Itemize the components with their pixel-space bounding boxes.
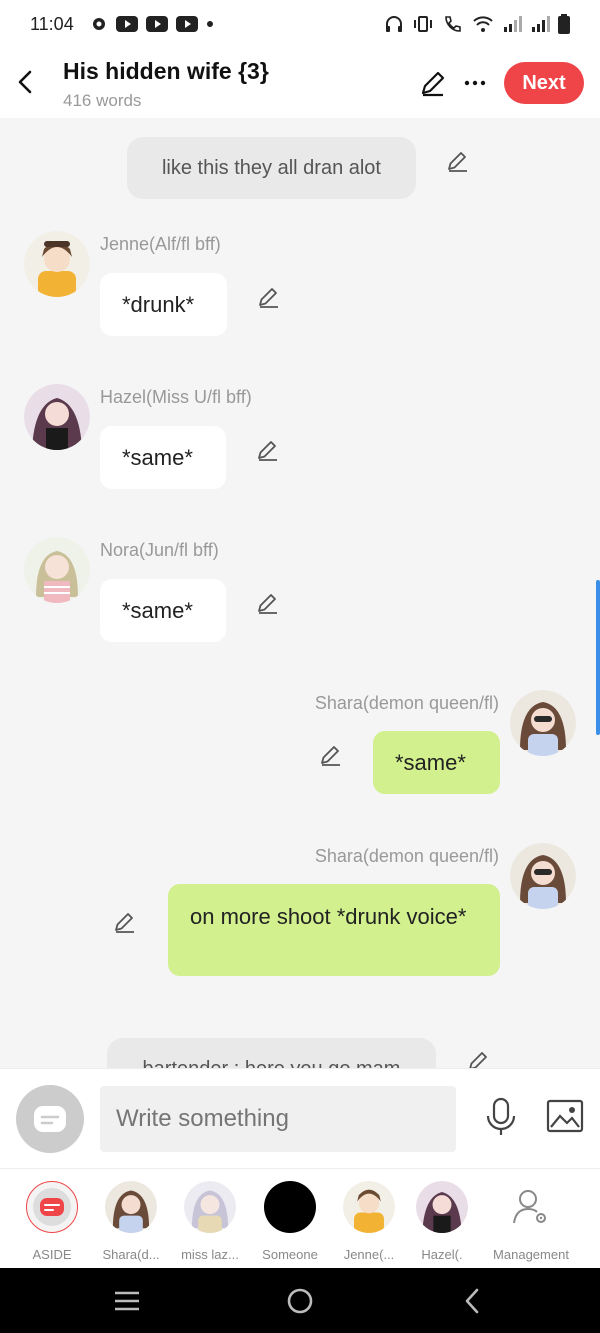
- input-bar: [0, 1068, 600, 1168]
- character-label: Jenne(...: [343, 1247, 395, 1262]
- chevron-left-icon: [18, 70, 32, 94]
- edit-message-icon[interactable]: [255, 437, 281, 463]
- message-text: *same*: [395, 749, 466, 775]
- call-icon: [445, 16, 461, 32]
- character-name: Nora(Jun/fl bff): [100, 540, 219, 560]
- avatar-shara[interactable]: [510, 843, 576, 909]
- more-options-button[interactable]: [462, 68, 488, 98]
- aside-text: bartender : here you go mam: [143, 1058, 401, 1069]
- word-count: 416 words: [63, 91, 142, 110]
- character-bar: ASIDE Shara(d... miss laz... Someone Jen…: [0, 1168, 600, 1268]
- signal-icon: [532, 16, 550, 32]
- avatar-hazel[interactable]: [24, 384, 90, 450]
- message-bubble[interactable]: *same*: [100, 426, 226, 489]
- pencil-icon: [421, 71, 445, 97]
- message-text: *drunk*: [122, 291, 195, 317]
- message-text: *same*: [122, 444, 193, 470]
- anime-avatar-icon: [510, 843, 576, 909]
- more-dots-icon: [464, 80, 486, 86]
- edit-message-icon[interactable]: [112, 909, 138, 935]
- character-label: Shara(d...: [102, 1247, 160, 1262]
- next-button[interactable]: Next: [504, 62, 584, 104]
- character-someone[interactable]: Someone: [245, 1181, 335, 1262]
- image-icon[interactable]: [546, 1099, 584, 1133]
- message-bubble[interactable]: on more shoot *drunk voice*: [168, 884, 500, 976]
- back-button[interactable]: [10, 62, 40, 102]
- character-name: Shara(demon queen/fl): [314, 693, 499, 713]
- gear-icon: [92, 18, 105, 30]
- message-input[interactable]: [100, 1086, 456, 1152]
- anime-avatar-icon: [416, 1181, 468, 1233]
- character-label: Management: [493, 1247, 569, 1262]
- message-bubble[interactable]: *drunk*: [100, 273, 227, 336]
- user-settings-icon: [513, 1190, 546, 1224]
- microphone-icon[interactable]: [484, 1097, 518, 1137]
- edit-message-icon[interactable]: [445, 148, 471, 174]
- edit-message-icon[interactable]: [318, 742, 344, 768]
- vibrate-icon: [414, 16, 432, 32]
- anime-avatar-icon: [24, 537, 90, 603]
- edit-message-icon[interactable]: [255, 590, 281, 616]
- youtube-icon: [115, 16, 138, 32]
- anime-avatar-icon: [184, 1181, 236, 1233]
- anime-avatar-icon: [343, 1181, 395, 1233]
- youtube-icon: [145, 16, 168, 32]
- character-label: miss laz...: [181, 1247, 239, 1262]
- message-icon: [34, 1106, 66, 1132]
- anime-avatar-icon: [105, 1181, 157, 1233]
- aside-toggle-button[interactable]: [16, 1085, 84, 1153]
- edit-message-icon[interactable]: [256, 284, 282, 310]
- signal-icon: [504, 16, 522, 32]
- home-icon[interactable]: [285, 1286, 315, 1316]
- message-icon: [33, 1188, 71, 1226]
- dot-icon: [206, 21, 213, 27]
- character-hazel[interactable]: Hazel(.: [397, 1181, 487, 1262]
- story-header: His hidden wife {3} 416 words Next: [0, 48, 600, 118]
- aside-text: like this they all dran alot: [161, 156, 381, 179]
- youtube-icon: [175, 16, 198, 32]
- story-title: His hidden wife {3}: [63, 58, 269, 84]
- anime-avatar-icon: [510, 690, 576, 756]
- avatar-nora[interactable]: [24, 537, 90, 603]
- chat-area[interactable]: like this they all dran alot Jenne(Alf/f…: [0, 118, 600, 1068]
- message-bubble[interactable]: *same*: [373, 731, 500, 794]
- edit-title-button[interactable]: [418, 68, 448, 98]
- character-name: Shara(demon queen/fl): [314, 846, 499, 866]
- recents-icon[interactable]: [112, 1286, 142, 1316]
- aside-message[interactable]: bartender : here you go mam: [107, 1038, 436, 1068]
- character-label: Someone: [262, 1247, 318, 1262]
- system-nav-bar: [0, 1268, 600, 1333]
- wifi-icon: [473, 16, 493, 32]
- back-nav-icon[interactable]: [458, 1286, 488, 1316]
- character-label: ASIDE: [32, 1247, 72, 1262]
- character-name: Hazel(Miss U/fl bff): [100, 387, 252, 407]
- edit-message-icon[interactable]: [466, 1048, 492, 1068]
- character-aside[interactable]: ASIDE: [7, 1181, 97, 1262]
- scroll-indicator[interactable]: [596, 580, 600, 735]
- system-icons: [384, 14, 570, 34]
- character-management[interactable]: Management: [486, 1181, 576, 1262]
- message-text: on more shoot *drunk voice*: [190, 904, 467, 929]
- anime-avatar-icon: [24, 231, 90, 297]
- character-name: Jenne(Alf/fl bff): [100, 234, 221, 254]
- notification-icons: [90, 15, 214, 33]
- status-time: 11:04: [30, 13, 74, 34]
- anime-avatar-icon: [24, 384, 90, 450]
- battery-icon: [558, 14, 570, 34]
- message-text: *same*: [122, 597, 193, 623]
- message-bubble[interactable]: *same*: [100, 579, 226, 642]
- avatar-jenne[interactable]: [24, 231, 90, 297]
- headphones-icon: [386, 16, 402, 32]
- character-miss-laz[interactable]: miss laz...: [165, 1181, 255, 1262]
- character-label: Hazel(.: [421, 1247, 463, 1262]
- aside-message[interactable]: like this they all dran alot: [127, 137, 416, 199]
- avatar-shara[interactable]: [510, 690, 576, 756]
- character-shara[interactable]: Shara(d...: [86, 1181, 176, 1262]
- status-bar: 11:04: [0, 0, 600, 48]
